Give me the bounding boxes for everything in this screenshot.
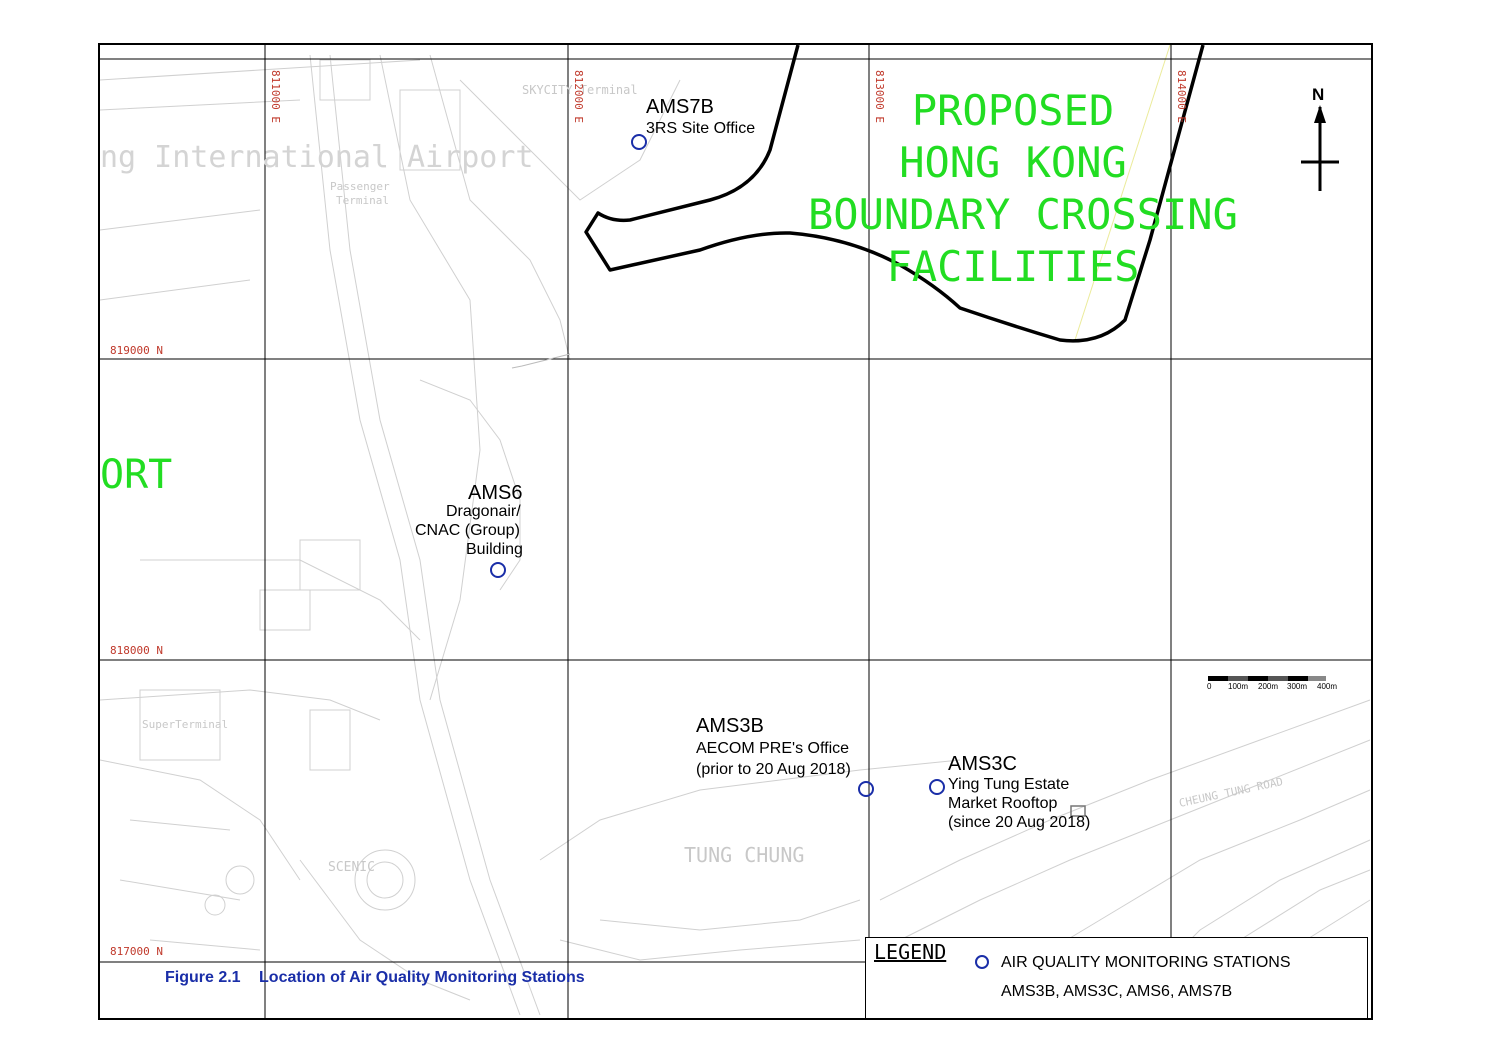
legend-box: LEGEND AIR QUALITY MONITORING STATIONS A… [865, 937, 1368, 1019]
proposed-line-1: PROPOSED [911, 86, 1115, 135]
legend-item-label: AIR QUALITY MONITORING STATIONS [1001, 954, 1291, 971]
station-desc-ams6-line2: CNAC (Group) [415, 522, 520, 539]
north-arrow-icon [1301, 105, 1339, 191]
airport-name-fragment: ORT [100, 452, 173, 498]
proposed-area-label: PROPOSED HONG KONG BOUNDARY CROSSING FAC… [808, 85, 1238, 293]
figure-number: Figure 2.1 [165, 969, 241, 986]
legend-station-marker-icon [975, 955, 989, 969]
station-desc-ams3c-line2: Market Rooftop [948, 795, 1058, 812]
legend-item-list: AMS3B, AMS3C, AMS6, AMS7B [1001, 983, 1233, 1000]
station-marker-ams3c[interactable] [928, 778, 946, 796]
station-name-ams7b: AMS7B [646, 96, 714, 118]
station-marker-ams7b[interactable] [630, 133, 648, 151]
figure-title: Location of Air Quality Monitoring Stati… [259, 969, 585, 986]
station-name-ams6: AMS6 [468, 482, 523, 504]
proposed-line-2: HONG KONG [899, 138, 1127, 187]
scale-label-0: 0 [1207, 682, 1212, 691]
station-desc-ams6-line3: Building [466, 541, 523, 558]
proposed-line-3: BOUNDARY CROSSING [808, 190, 1238, 239]
scale-label-100m: 100m [1228, 682, 1249, 691]
figure-caption: Figure 2.1 Location of Air Quality Monit… [165, 969, 585, 987]
station-desc-ams3c-line1: Ying Tung Estate [948, 776, 1070, 793]
station-desc-ams3b-line2: (prior to 20 Aug 2018) [696, 761, 851, 778]
scale-label-400m: 400m [1317, 682, 1338, 691]
station-desc-ams3b-line1: AECOM PRE's Office [696, 740, 850, 757]
station-desc-ams3c-line3: (since 20 Aug 2018) [948, 814, 1091, 831]
scale-label-300m: 300m [1287, 682, 1308, 691]
station-desc-ams6-line1: Dragonair/ [446, 503, 521, 520]
proposed-line-4: FACILITIES [886, 242, 1140, 291]
station-marker-ams3b[interactable] [857, 780, 875, 798]
legend-title: LEGEND [874, 940, 947, 964]
station-name-ams3b: AMS3B [696, 715, 764, 737]
scale-label-200m: 200m [1258, 682, 1279, 691]
north-arrow: N [1295, 85, 1345, 195]
station-marker-ams6[interactable] [489, 561, 507, 579]
station-name-ams3c: AMS3C [948, 753, 1017, 775]
station-desc-ams7b: 3RS Site Office [646, 120, 756, 137]
